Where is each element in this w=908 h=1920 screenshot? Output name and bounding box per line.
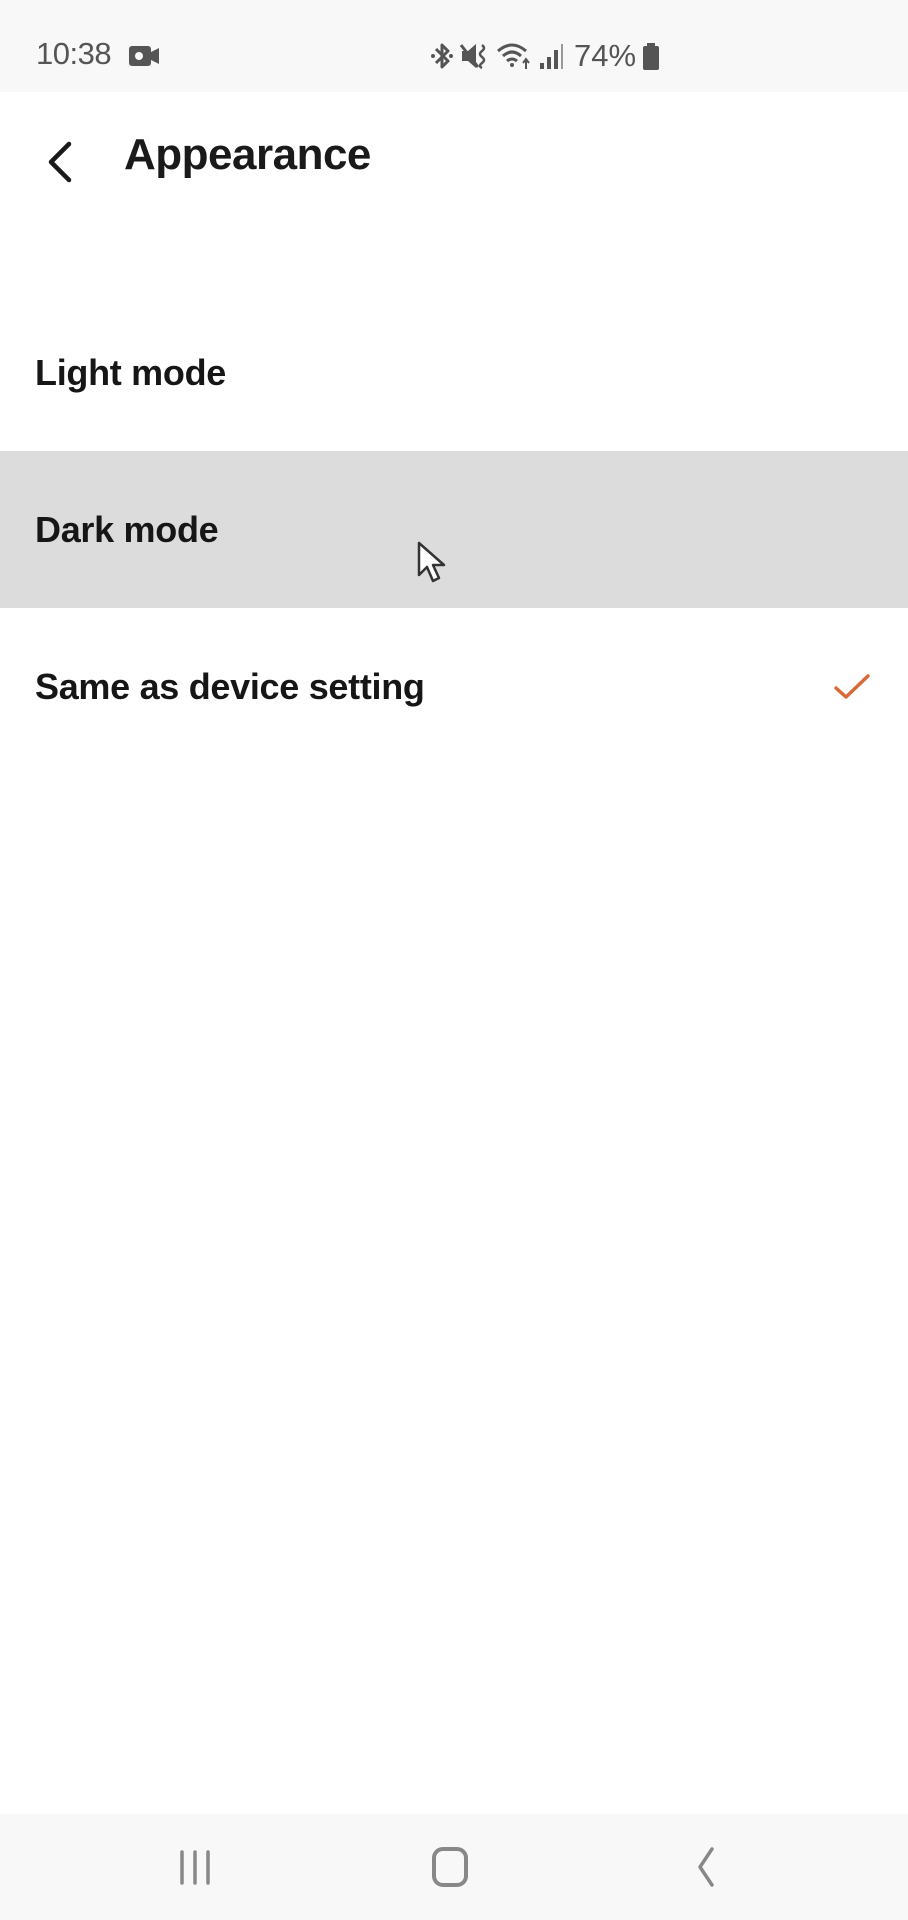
option-label: Light mode	[35, 351, 226, 393]
wifi-icon	[497, 43, 530, 69]
video-record-icon	[129, 46, 159, 66]
page-title: Appearance	[124, 130, 371, 179]
app-header: Appearance	[0, 92, 908, 228]
home-button[interactable]	[405, 1834, 495, 1900]
system-nav-bar	[0, 1814, 908, 1920]
nav-back-button[interactable]	[660, 1834, 750, 1900]
recent-apps-button[interactable]	[150, 1834, 240, 1900]
battery-percent: 74%	[574, 38, 637, 73]
appearance-options-list: Light mode Dark mode Same as device sett…	[0, 294, 908, 765]
home-icon	[432, 1847, 468, 1887]
option-label: Dark mode	[35, 508, 219, 550]
status-bar: 10:38 74%	[0, 0, 908, 92]
recent-apps-icon	[180, 1850, 210, 1885]
battery-icon	[643, 43, 660, 70]
option-label: Same as device setting	[35, 665, 425, 707]
option-light-mode[interactable]: Light mode	[0, 294, 908, 451]
option-dark-mode[interactable]: Dark mode	[0, 451, 908, 608]
back-button[interactable]	[36, 132, 84, 192]
chevron-left-icon	[48, 141, 72, 183]
checkmark-icon	[834, 673, 870, 699]
mute-vibrate-icon	[460, 44, 486, 70]
bluetooth-icon	[431, 43, 453, 69]
status-icons: 74%	[430, 36, 660, 76]
nav-back-icon	[698, 1847, 714, 1887]
option-same-as-device[interactable]: Same as device setting	[0, 608, 908, 765]
signal-icon	[540, 44, 563, 69]
status-time: 10:38	[36, 36, 112, 71]
